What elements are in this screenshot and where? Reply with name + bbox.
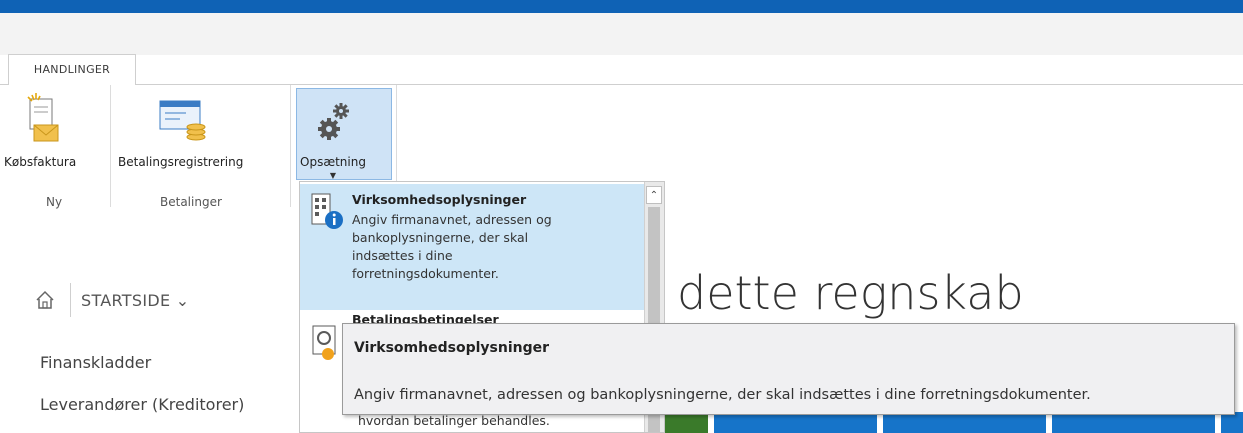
betalingsregistrering-button[interactable]: Betalingsregistrering bbox=[118, 91, 243, 169]
menu-item-virksomhedsoplysninger[interactable]: Virksomhedsoplysninger Angiv firmanavnet… bbox=[300, 184, 645, 310]
koebsfaktura-button[interactable]: Købsfaktura bbox=[4, 91, 76, 169]
breadcrumb: STARTSIDE ⌄ bbox=[34, 283, 189, 317]
payment-registration-icon bbox=[159, 100, 206, 141]
tile-blue-2[interactable] bbox=[883, 412, 1046, 433]
tab-handlinger[interactable]: HANDLINGER bbox=[8, 54, 136, 84]
menu-item-desc-line: Angiv firmanavnet, adressen og bbox=[352, 212, 552, 227]
top-accent-bar bbox=[0, 0, 1243, 13]
menu-item-desc-line: forretningsdokumenter. bbox=[352, 266, 499, 281]
purchase-invoice-icon bbox=[27, 93, 59, 142]
opsaetning-button[interactable]: Opsætning ▼ bbox=[300, 91, 366, 180]
home-icon[interactable] bbox=[34, 289, 56, 311]
tile-blue-4[interactable] bbox=[1221, 412, 1243, 433]
group-label-ny: Ny bbox=[46, 195, 63, 209]
gears-icon bbox=[317, 103, 349, 140]
payment-terms-icon bbox=[312, 325, 336, 360]
opsaetning-label: Opsætning bbox=[300, 155, 366, 169]
nav-item-leverandoerer[interactable]: Leverandører (Kreditorer) bbox=[40, 395, 244, 414]
company-info-icon bbox=[311, 193, 343, 229]
page-title: dette regnskab bbox=[677, 266, 1024, 320]
menu-item-title: Virksomhedsoplysninger bbox=[352, 192, 527, 207]
tooltip-title: Virksomhedsoplysninger bbox=[354, 340, 550, 356]
tooltip: Virksomhedsoplysninger Angiv firmanavnet… bbox=[342, 323, 1235, 415]
tile-blue-3[interactable] bbox=[1052, 412, 1215, 433]
koebsfaktura-label: Købsfaktura bbox=[4, 155, 77, 169]
scroll-up-button[interactable]: ⌃ bbox=[646, 186, 662, 204]
top-toolbar-band bbox=[0, 13, 1243, 55]
betalingsregistrering-label: Betalingsregistrering bbox=[118, 155, 244, 169]
tooltip-description: Angiv firmanavnet, adressen og bankoplys… bbox=[354, 387, 1091, 403]
nav-item-finanskladder[interactable]: Finanskladder bbox=[40, 353, 151, 372]
breadcrumb-startside[interactable]: STARTSIDE ⌄ bbox=[81, 291, 189, 310]
group-label-betalinger: Betalinger bbox=[160, 195, 222, 209]
tile-strip bbox=[648, 412, 1243, 433]
menu-item-desc-line: indsættes i dine bbox=[352, 248, 453, 263]
menu-item-desc-line: bankoplysningerne, der skal bbox=[352, 230, 529, 245]
tile-blue-1[interactable] bbox=[714, 412, 877, 433]
chevron-down-icon: ▼ bbox=[329, 171, 337, 180]
